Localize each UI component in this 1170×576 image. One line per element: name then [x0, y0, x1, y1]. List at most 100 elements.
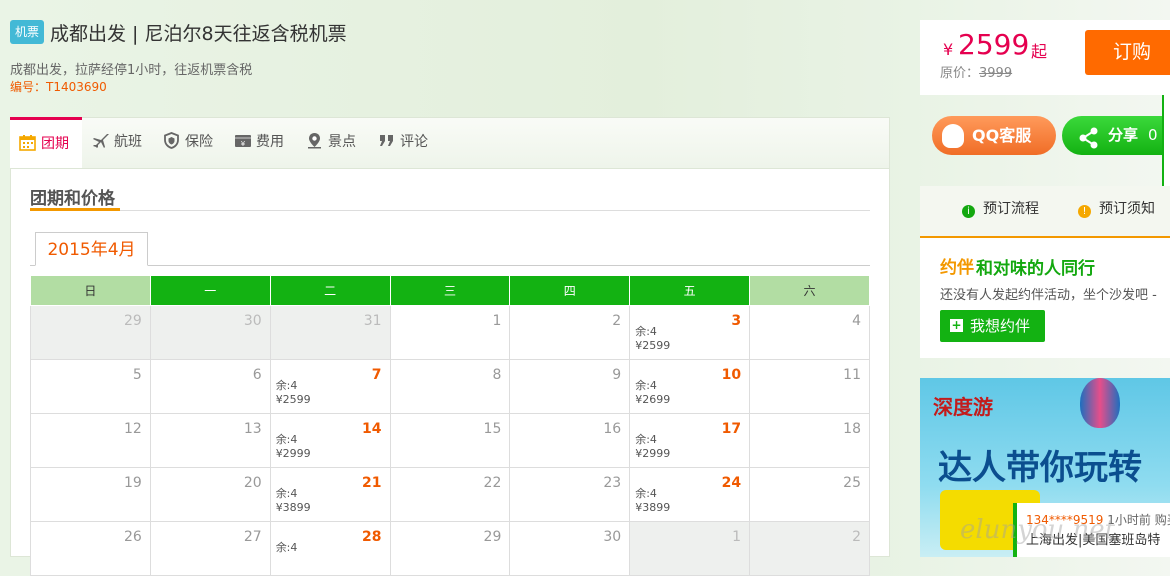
share-button[interactable]: 分享 0	[1062, 116, 1170, 155]
calendar-day-cell: 18	[749, 413, 870, 468]
remaining-seats: 余:4	[635, 325, 657, 338]
tab-schedule[interactable]: 团期	[10, 117, 82, 168]
join-companion-button[interactable]: + 我想约伴	[940, 310, 1045, 342]
calendar-week: 19 20 21 余:4 ¥3899 22 23 24 余:4 ¥3899 25	[30, 467, 870, 522]
day-number: 29	[483, 529, 502, 545]
calendar-week: 29 30 31 1 2 3 余:4 ¥2599 4	[30, 305, 870, 360]
airplane-icon	[93, 134, 109, 148]
day-number: 31	[363, 313, 382, 329]
booking-steps-panel: i 预订流程 ! 预订须知	[920, 186, 1170, 236]
booking-flow-link[interactable]: i 预订流程	[962, 198, 1039, 218]
tab-label: 景点	[328, 134, 356, 150]
hot-air-balloon-icon	[1080, 378, 1120, 428]
departure-date-cell[interactable]: 3 余:4 ¥2599	[629, 305, 751, 360]
day-number: 12	[124, 421, 142, 437]
day-number: 29	[124, 313, 142, 329]
calendar-day-cell: 30	[509, 521, 631, 576]
product-code: 编号：T1403690	[10, 80, 107, 94]
page-title: 成都出发 | 尼泊尔8天往返含税机票	[50, 23, 347, 45]
watermark: elunyou.net	[960, 515, 1116, 545]
departure-date-cell[interactable]: 24 余:4 ¥3899	[629, 467, 751, 522]
calendar-week: 12 13 14 余:4 ¥2999 15 16 17 余:4 ¥2999 18	[30, 413, 870, 468]
departure-date-cell[interactable]: 28 余:4	[269, 521, 391, 576]
day-number: 4	[852, 313, 861, 329]
tab-fees[interactable]: ¥ 费用	[234, 117, 284, 168]
warning-icon: !	[1078, 205, 1091, 218]
departure-calendar: 日一二三四五六 29 30 31 1 2 3 余:4 ¥2599 4 5 6 7 余:4 ¥2599 8 9 1…	[30, 275, 870, 576]
day-number: 17	[721, 421, 742, 437]
promo-logo: 深度游	[933, 395, 993, 419]
calendar-day-cell: 29	[30, 305, 151, 360]
day-number: 19	[124, 475, 142, 491]
weekday-label: 五	[629, 275, 751, 306]
day-number: 3	[731, 313, 742, 329]
calendar-day-cell: 8	[389, 359, 511, 414]
day-number: 22	[483, 475, 502, 491]
product-subtitle: 成都出发，拉萨经停1小时，往返机票含税	[10, 63, 253, 78]
booking-flow-label: 预订流程	[983, 201, 1039, 217]
price-suffix: 起	[1031, 42, 1048, 61]
calendar-day-cell: 2	[509, 305, 631, 360]
tab-reviews[interactable]: 评论	[378, 117, 428, 168]
month-tab[interactable]: 2015年4月	[35, 232, 148, 266]
departure-date-cell[interactable]: 21 余:4 ¥3899	[269, 467, 391, 522]
calendar-day-cell: 4	[749, 305, 870, 360]
tab-flight[interactable]: 航班	[92, 117, 142, 168]
weekday-label: 三	[389, 275, 511, 306]
calendar-day-cell: 11	[749, 359, 870, 414]
calendar-day-cell: 20	[149, 467, 271, 522]
slot-info: 余:4 ¥2999	[276, 433, 311, 461]
weekday-label: 一	[149, 275, 271, 306]
departure-date-cell[interactable]: 14 余:4 ¥2999	[269, 413, 391, 468]
date-price: ¥2999	[275, 447, 311, 460]
calendar-day-cell: 2	[749, 521, 870, 576]
day-number: 7	[371, 367, 382, 383]
day-number: 28	[362, 529, 382, 545]
calendar-day-cell: 26	[30, 521, 151, 576]
departure-date-cell[interactable]: 7 余:4 ¥2599	[269, 359, 391, 414]
booking-notice-label: 预订须知	[1099, 201, 1155, 217]
share-icon	[1078, 125, 1100, 164]
share-count: 0	[1148, 126, 1158, 144]
qq-penguin-icon	[942, 124, 964, 148]
qq-service-button[interactable]: QQ客服	[932, 116, 1056, 155]
calendar-icon	[19, 135, 36, 151]
section-title: 团期和价格	[30, 189, 115, 209]
slot-info: 余:4 ¥2699	[635, 379, 670, 407]
remaining-seats: 余:4	[275, 433, 298, 446]
slot-info: 余:4 ¥3899	[635, 487, 670, 515]
info-icon: i	[962, 205, 975, 218]
departure-date-cell[interactable]: 17 余:4 ¥2999	[629, 413, 751, 468]
remaining-seats: 余:4	[275, 487, 298, 500]
remaining-seats: 余:4	[275, 541, 298, 554]
calendar-day-cell: 30	[149, 305, 271, 360]
day-number: 13	[243, 421, 262, 437]
day-number: 27	[243, 529, 262, 545]
calendar-day-cell: 9	[509, 359, 631, 414]
tab-label: 费用	[256, 134, 284, 150]
day-number: 2	[612, 313, 622, 329]
tab-insurance[interactable]: 保险	[163, 117, 213, 168]
tab-label: 保险	[185, 134, 213, 150]
slot-info: 余:4 ¥2599	[276, 379, 311, 407]
calendar-week: 5 6 7 余:4 ¥2599 8 9 10 余:4 ¥2699 11	[30, 359, 870, 414]
tab-sights[interactable]: 景点	[306, 117, 356, 168]
qq-service-label: QQ客服	[972, 126, 1032, 145]
book-button[interactable]: 订购	[1085, 30, 1170, 75]
svg-text:¥: ¥	[241, 140, 246, 148]
section-divider	[30, 210, 870, 211]
day-number: 26	[124, 529, 142, 545]
calendar-day-cell: 27	[149, 521, 271, 576]
detail-tabs	[10, 117, 890, 169]
day-number: 30	[603, 529, 622, 545]
calendar-day-cell: 1	[629, 521, 751, 576]
companion-title: 和对味的人同行	[976, 259, 1095, 279]
day-number: 1	[732, 529, 742, 545]
booking-notice-link[interactable]: ! 预订须知	[1078, 198, 1155, 218]
departure-date-cell[interactable]: 10 余:4 ¥2699	[629, 359, 751, 414]
day-number: 24	[721, 475, 742, 491]
day-number: 21	[362, 475, 382, 491]
day-number: 16	[603, 421, 622, 437]
weekday-label: 二	[269, 275, 391, 306]
date-price: ¥2999	[635, 447, 671, 460]
